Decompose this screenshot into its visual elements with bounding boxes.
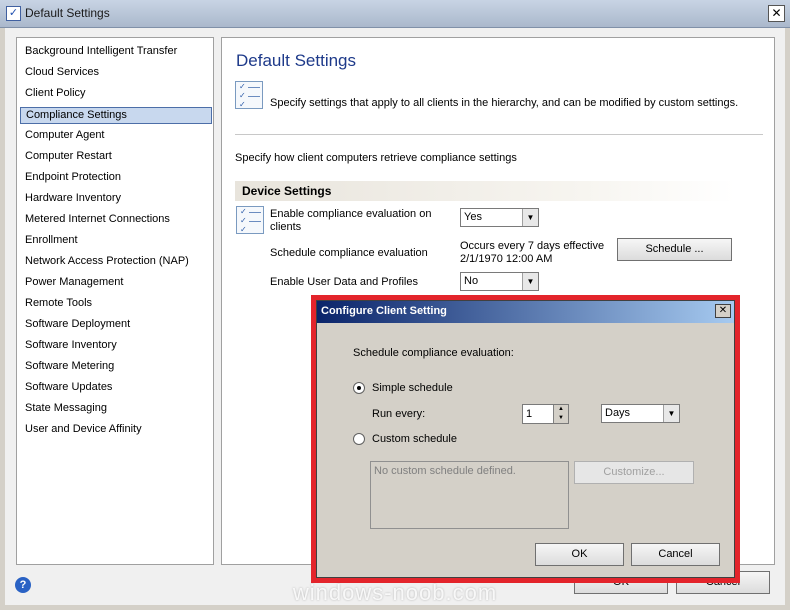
settings-check-icon: ✓ <box>6 6 21 21</box>
user-data-label: Enable User Data and Profiles <box>270 276 418 288</box>
nav-item-software-inventory[interactable]: Software Inventory <box>20 338 212 355</box>
run-every-stepper[interactable]: 1 ▲ ▼ <box>522 404 569 424</box>
window-close-button[interactable]: ✕ <box>768 5 785 22</box>
run-every-unit-value: Days <box>605 407 631 419</box>
dialog-cancel-button[interactable]: Cancel <box>631 543 720 566</box>
nav-item-computer-restart[interactable]: Computer Restart <box>20 149 212 166</box>
run-every-label: Run every: <box>372 408 426 420</box>
no-custom-schedule-text: No custom schedule defined. <box>374 465 516 477</box>
nav-item-power-management[interactable]: Power Management <box>20 275 212 292</box>
nav-item-state-messaging[interactable]: State Messaging <box>20 401 212 418</box>
custom-schedule-label: Custom schedule <box>372 433 457 445</box>
nav-item-endpoint-protection[interactable]: Endpoint Protection <box>20 170 212 187</box>
nav-item-software-updates[interactable]: Software Updates <box>20 380 212 397</box>
run-every-value: 1 <box>526 408 533 420</box>
window-titlebar: ✓ Default Settings ✕ <box>0 0 790 28</box>
schedule-evaluation-value: Occurs every 7 days effective 2/1/1970 1… <box>460 240 605 265</box>
nav-item-hardware-inventory[interactable]: Hardware Inventory <box>20 191 212 208</box>
window-title: Default Settings <box>25 6 110 20</box>
nav-item-metered-internet-connections[interactable]: Metered Internet Connections <box>20 212 212 229</box>
dialog-ok-button[interactable]: OK <box>535 543 624 566</box>
nav-item-software-deployment[interactable]: Software Deployment <box>20 317 212 334</box>
enable-evaluation-select[interactable]: Yes ▼ <box>460 208 539 227</box>
chevron-down-icon[interactable]: ▼ <box>522 273 538 290</box>
nav-item-compliance-settings[interactable]: Compliance Settings <box>20 107 212 124</box>
schedule-button[interactable]: Schedule ... <box>617 238 732 261</box>
dialog-schedule-label: Schedule compliance evaluation: <box>353 347 514 359</box>
dialog-close-button[interactable]: ✕ <box>715 304 731 318</box>
user-data-value: No <box>464 275 479 287</box>
chevron-down-icon[interactable]: ▼ <box>663 405 679 422</box>
run-every-unit-select[interactable]: Days ▼ <box>601 404 680 423</box>
dialog-title: Configure Client Setting <box>321 305 447 317</box>
section-instruction: Specify how client computers retrieve co… <box>235 152 517 164</box>
chevron-down-icon[interactable]: ▼ <box>522 209 538 226</box>
divider <box>235 134 763 135</box>
checklist-icon <box>235 81 263 109</box>
device-settings-title: Device Settings <box>242 184 332 198</box>
customize-button[interactable]: Customize... <box>574 461 694 484</box>
custom-schedule-box: No custom schedule defined. <box>370 461 569 529</box>
enable-evaluation-label: Enable compliance evaluation on clients <box>270 208 432 233</box>
nav-item-software-metering[interactable]: Software Metering <box>20 359 212 376</box>
nav-item-network-access-protection-nap[interactable]: Network Access Protection (NAP) <box>20 254 212 271</box>
spin-arrows-icon[interactable]: ▲ ▼ <box>553 405 568 423</box>
compliance-setting-icon <box>236 206 264 234</box>
watermark: windows-noob.com <box>292 580 498 605</box>
page-title: Default Settings <box>236 51 357 70</box>
dialog-titlebar: Configure Client Setting ✕ <box>317 301 734 323</box>
nav-item-cloud-services[interactable]: Cloud Services <box>20 65 212 82</box>
nav-item-enrollment[interactable]: Enrollment <box>20 233 212 250</box>
simple-schedule-label: Simple schedule <box>372 382 453 394</box>
page-description: Specify settings that apply to all clien… <box>270 97 739 109</box>
nav-item-client-policy[interactable]: Client Policy <box>20 86 212 103</box>
user-data-select[interactable]: No ▼ <box>460 272 539 291</box>
device-settings-header: Device Settings <box>235 181 735 201</box>
nav-item-remote-tools[interactable]: Remote Tools <box>20 296 212 313</box>
nav-item-user-and-device-affinity[interactable]: User and Device Affinity <box>20 422 212 439</box>
enable-evaluation-value: Yes <box>464 211 482 223</box>
simple-schedule-radio[interactable] <box>353 382 365 394</box>
schedule-evaluation-label: Schedule compliance evaluation <box>270 247 428 259</box>
nav-item-background-intelligent-transfer[interactable]: Background Intelligent Transfer <box>20 44 212 61</box>
custom-schedule-radio[interactable] <box>353 433 365 445</box>
nav-item-computer-agent[interactable]: Computer Agent <box>20 128 212 145</box>
settings-nav-list: Background Intelligent Transfer Cloud Ser… <box>16 37 214 565</box>
